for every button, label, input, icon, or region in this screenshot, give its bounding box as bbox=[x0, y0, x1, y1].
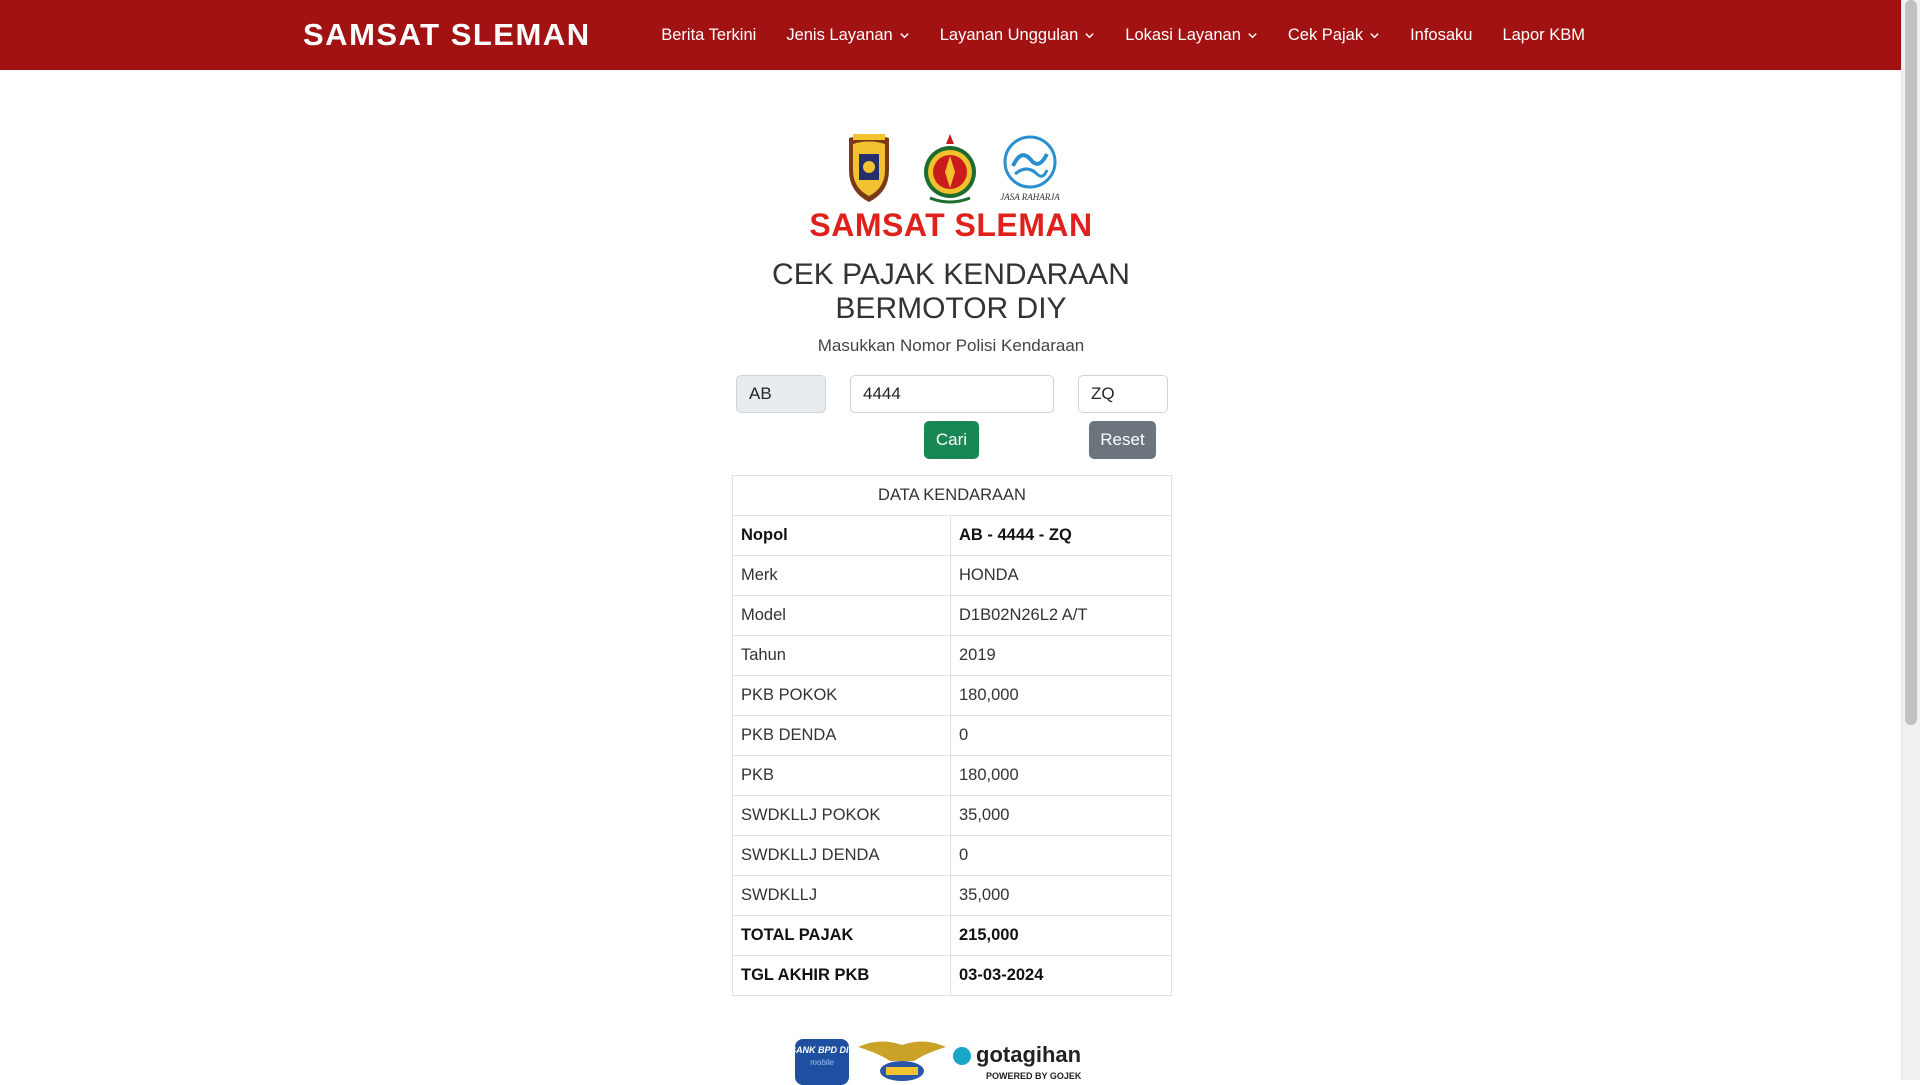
row-key: Model bbox=[732, 595, 951, 636]
row-key: SWDKLLJ DENDA bbox=[732, 835, 951, 876]
row-value: AB - 4444 - ZQ bbox=[950, 515, 1172, 556]
row-key: Tahun bbox=[732, 635, 951, 676]
nav-item-label: Jenis Layanan bbox=[786, 25, 893, 44]
nav-item-label: Lokasi Layanan bbox=[1125, 25, 1241, 44]
row-key: SWDKLLJ POKOK bbox=[732, 795, 951, 836]
plate-suffix-input[interactable] bbox=[1078, 375, 1168, 413]
table-row: Model D1B02N26L2 A/T bbox=[732, 595, 1172, 636]
search-button[interactable]: Cari bbox=[924, 421, 979, 459]
table-row: SWDKLLJ 35,000 bbox=[732, 875, 1172, 916]
bank-logo-sub: mobile bbox=[810, 1058, 834, 1067]
plate-number-input[interactable] bbox=[850, 375, 1054, 413]
row-key: Merk bbox=[732, 555, 951, 596]
table-row: Tahun 2019 bbox=[732, 635, 1172, 676]
row-key: TGL AKHIR PKB bbox=[732, 955, 951, 996]
reset-button[interactable]: Reset bbox=[1089, 421, 1156, 459]
table-header: DATA KENDARAAN bbox=[732, 475, 1172, 516]
row-value: 215,000 bbox=[950, 915, 1172, 956]
nav-item-jenis-layanan[interactable]: Jenis Layanan bbox=[771, 26, 924, 45]
jasa-raharja-caption: JASA RAHARJA bbox=[1000, 192, 1060, 202]
brand-link[interactable]: SAMSAT SLEMAN bbox=[303, 0, 591, 70]
table-row: PKB POKOK 180,000 bbox=[732, 675, 1172, 716]
nav-item-lokasi-layanan[interactable]: Lokasi Layanan bbox=[1110, 26, 1273, 45]
row-value: 0 bbox=[950, 715, 1172, 756]
nav-item-layanan-unggulan[interactable]: Layanan Unggulan bbox=[925, 26, 1111, 45]
plate-prefix-input[interactable] bbox=[736, 375, 826, 413]
row-key: TOTAL PAJAK bbox=[732, 915, 951, 956]
nav-item-berita-terkini[interactable]: Berita Terkini bbox=[646, 26, 771, 45]
row-value: 180,000 bbox=[950, 755, 1172, 796]
page-title-line1: CEK PAJAK KENDARAAN bbox=[772, 258, 1130, 291]
table-row: TGL AKHIR PKB 03-03-2024 bbox=[732, 955, 1172, 996]
row-value: 180,000 bbox=[950, 675, 1172, 716]
table-row: TOTAL PAJAK 215,000 bbox=[732, 915, 1172, 956]
main-content: JASA RAHARJA SAMSAT SLEMAN CEK PAJAK KEN… bbox=[0, 70, 1902, 1085]
table-row: PKB 180,000 bbox=[732, 755, 1172, 796]
row-key: PKB bbox=[732, 755, 951, 796]
row-value: D1B02N26L2 A/T bbox=[950, 595, 1172, 636]
vehicle-data-table: DATA KENDARAAN Nopol AB - 4444 - ZQ Merk… bbox=[732, 475, 1172, 996]
table-row: Nopol AB - 4444 - ZQ bbox=[732, 515, 1172, 556]
row-value: 0 bbox=[950, 835, 1172, 876]
nav-item-label: Cek Pajak bbox=[1287, 25, 1364, 44]
page-title: CEK PAJAK KENDARAAN BERMOTOR DIY bbox=[0, 258, 1902, 326]
nav-item-label: Layanan Unggulan bbox=[939, 25, 1079, 44]
gotagihan-logo: gotagihan POWERED BY GOJEK bbox=[953, 1042, 1082, 1081]
page-title-line2: BERMOTOR DIY bbox=[835, 292, 1067, 325]
partner-logos: BANK BPD DIY mobile gotagihan POWERED BY… bbox=[790, 1039, 1082, 1085]
chevron-down-icon bbox=[1248, 32, 1257, 38]
page-scrollbar[interactable] bbox=[1901, 0, 1920, 1080]
nav-item-label: Berita Terkini bbox=[661, 25, 757, 44]
row-key: Nopol bbox=[732, 515, 951, 556]
row-key: PKB POKOK bbox=[732, 675, 951, 716]
nav-item-lapor-kbm[interactable]: Lapor KBM bbox=[1487, 26, 1600, 45]
table-row: SWDKLLJ DENDA 0 bbox=[732, 835, 1172, 876]
police-logo bbox=[849, 134, 889, 202]
row-value: 03-03-2024 bbox=[950, 955, 1172, 996]
scrollbar-thumb[interactable] bbox=[1905, 0, 1917, 725]
table-header-row: DATA KENDARAAN bbox=[732, 475, 1172, 516]
nav-item-cek-pajak[interactable]: Cek Pajak bbox=[1273, 26, 1395, 45]
top-navbar: SAMSAT SLEMAN Berita Terkini Jenis Layan… bbox=[0, 0, 1902, 70]
table-row: SWDKLLJ POKOK 35,000 bbox=[732, 795, 1172, 836]
signal-logo bbox=[858, 1041, 946, 1081]
table-row: PKB DENDA 0 bbox=[732, 715, 1172, 756]
gotagihan-text: gotagihan bbox=[976, 1042, 1081, 1067]
page-subtitle: Masukkan Nomor Polisi Kendaraan bbox=[817, 336, 1085, 355]
chevron-down-icon bbox=[1085, 32, 1094, 38]
bank-bpd-diy-logo: BANK BPD DIY mobile bbox=[790, 1039, 855, 1085]
diy-emblem-logo bbox=[924, 134, 976, 204]
table-row: Merk HONDA bbox=[732, 555, 1172, 596]
jasa-raharja-logo: JASA RAHARJA bbox=[1000, 135, 1060, 202]
bank-logo-text: BANK BPD DIY bbox=[790, 1045, 855, 1055]
chevron-down-icon bbox=[900, 32, 909, 38]
row-value: HONDA bbox=[950, 555, 1172, 596]
chevron-down-icon bbox=[1370, 32, 1379, 38]
logo-title: SAMSAT SLEMAN bbox=[809, 207, 1093, 243]
nav-item-label: Infosaku bbox=[1410, 25, 1473, 44]
row-key: SWDKLLJ bbox=[732, 875, 951, 916]
row-value: 35,000 bbox=[950, 795, 1172, 836]
nav-item-infosaku[interactable]: Infosaku bbox=[1395, 26, 1487, 45]
row-value: 35,000 bbox=[950, 875, 1172, 916]
nav-menu: Berita Terkini Jenis Layanan Layanan Ung… bbox=[646, 0, 1600, 70]
row-key: PKB DENDA bbox=[732, 715, 951, 756]
row-value: 2019 bbox=[950, 635, 1172, 676]
nav-item-label: Lapor KBM bbox=[1502, 25, 1585, 44]
